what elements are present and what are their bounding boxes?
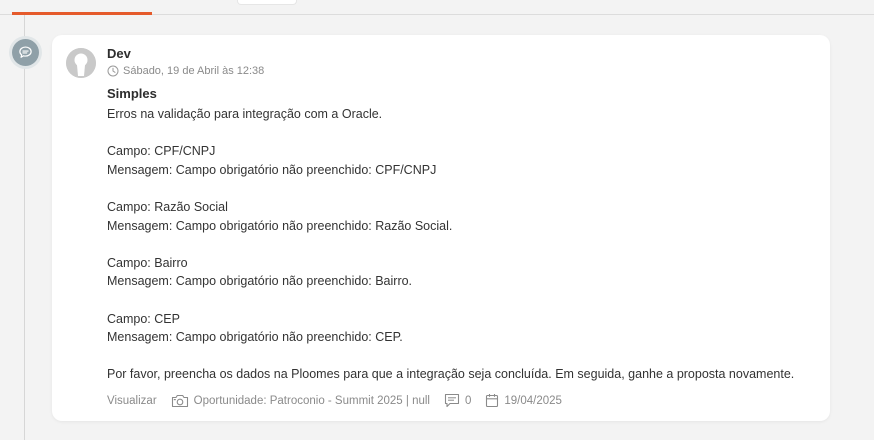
body-blank-line: [107, 235, 807, 254]
deal-label: Oportunidade: Patroconio - Summit 2025 |…: [193, 394, 430, 407]
body-blank-line: [107, 179, 807, 198]
note-body: Erros na validação para integração com a…: [107, 105, 807, 384]
chat-bubble-icon: [19, 46, 32, 58]
default-user-icon: [66, 48, 96, 78]
note-timestamp: Sábado, 19 de Abril às 12:38: [107, 65, 264, 77]
timeline-marker: [12, 39, 39, 66]
note-card: Dev Sábado, 19 de Abril às 12:38 Simples…: [52, 35, 830, 421]
deal-link[interactable]: Oportunidade: Patroconio - Summit 2025 |…: [171, 394, 430, 408]
body-line: Mensagem: Campo obrigatório não preenchi…: [107, 274, 413, 289]
clock-icon: [107, 65, 119, 77]
body-line: Erros na validação para integração com a…: [107, 107, 383, 121]
note-footer: Visualizar Oportunidade: Patroconio - Su…: [107, 393, 562, 408]
body-line: Campo: CPF/CNPJ: [107, 144, 216, 159]
body-line: Mensagem: Campo obrigatório não preenchi…: [107, 330, 403, 345]
note-subject: Simples: [107, 86, 157, 101]
date-text: 19/04/2025: [504, 394, 562, 407]
body-blank-line: [107, 124, 807, 143]
author-name[interactable]: Dev: [107, 46, 131, 61]
view-link[interactable]: Visualizar: [107, 395, 157, 407]
calendar-icon: [486, 394, 499, 408]
body-line: Campo: Razão Social: [107, 199, 228, 214]
timestamp-text: Sábado, 19 de Abril às 12:38: [123, 65, 265, 77]
body-line: Campo: CEP: [107, 311, 180, 326]
comments-button[interactable]: 0: [444, 393, 471, 408]
camera-icon: [171, 394, 188, 407]
body-blank-line: [107, 291, 807, 310]
active-tab-indicator: [12, 12, 152, 15]
body-line: Campo: Bairro: [107, 255, 188, 270]
body-line: Por favor, preencha os dados na Ploomes …: [107, 367, 795, 382]
timeline-line: [24, 15, 25, 440]
avatar[interactable]: [66, 48, 96, 78]
comment-count: 0: [464, 394, 472, 407]
note-date: 19/04/2025: [485, 393, 562, 408]
body-blank-line: [107, 347, 807, 366]
tab-button-partial[interactable]: [237, 0, 297, 5]
comment-icon: [444, 393, 460, 408]
body-line: Mensagem: Campo obrigatório não preenchi…: [107, 218, 453, 233]
body-line: Mensagem: Campo obrigatório não preenchi…: [107, 162, 437, 177]
